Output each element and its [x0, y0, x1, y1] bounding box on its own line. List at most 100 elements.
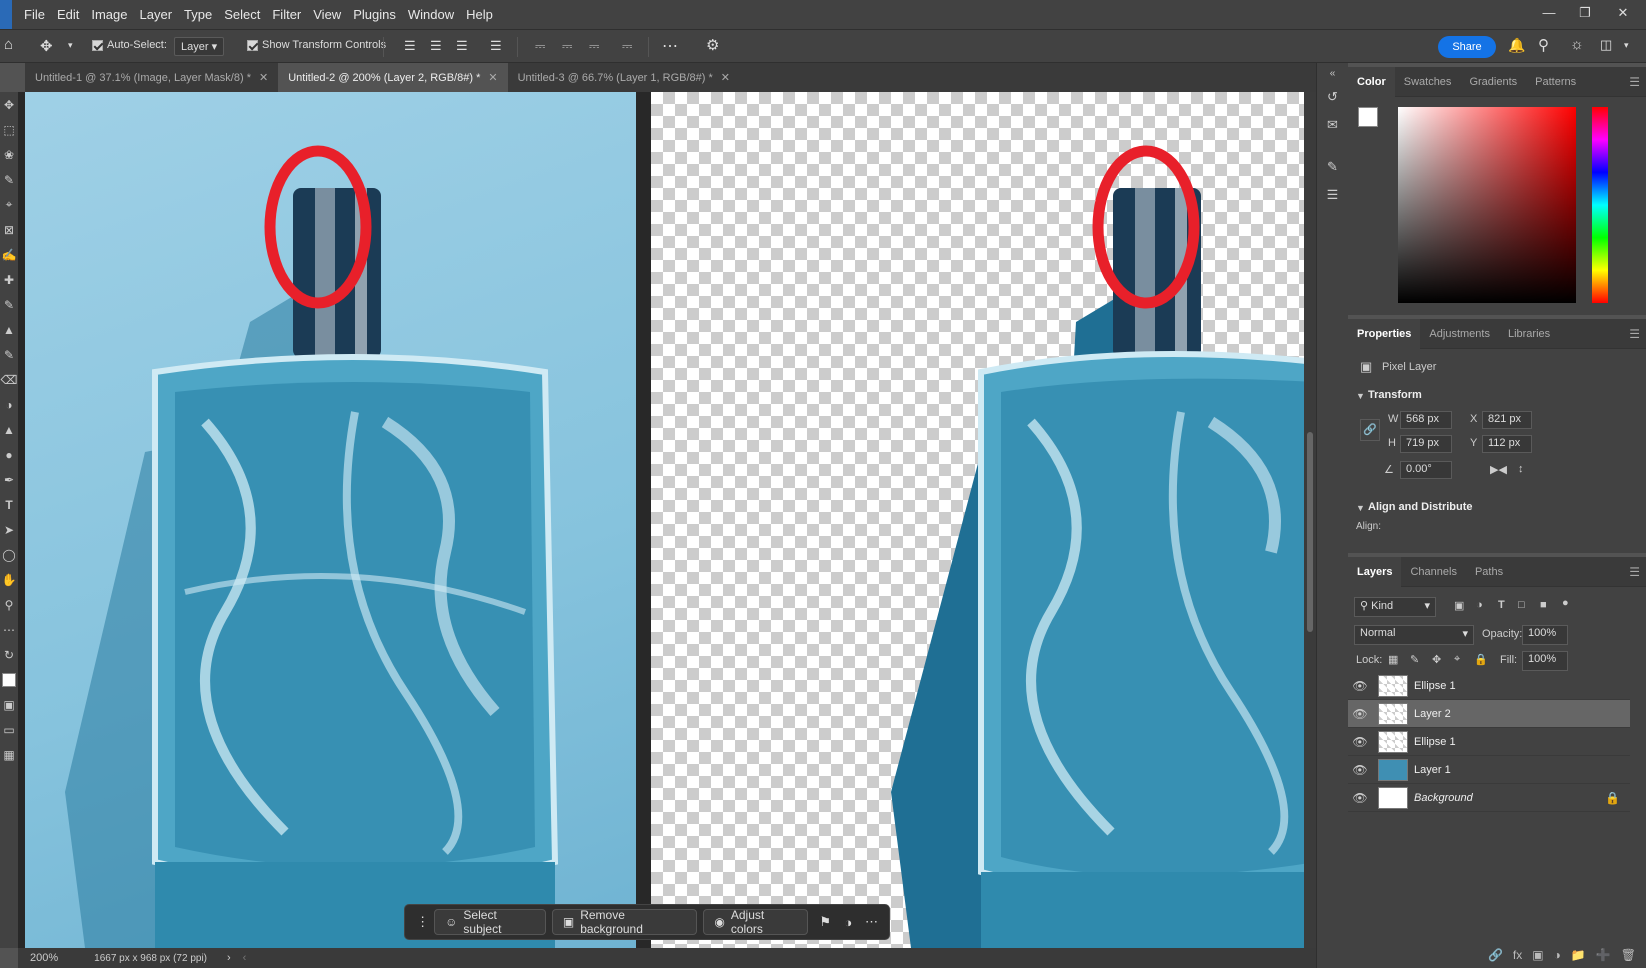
- x-field[interactable]: 821 px: [1482, 411, 1532, 429]
- gear-icon[interactable]: ⚙: [706, 36, 719, 54]
- home-icon[interactable]: ⌂: [4, 36, 13, 53]
- lasso-tool-icon[interactable]: ❀: [0, 142, 18, 167]
- adjust-colors-button[interactable]: ◉ Adjust colors: [703, 908, 808, 936]
- lock-position-icon[interactable]: ✥: [1432, 653, 1441, 666]
- align-center-icon[interactable]: ☰: [430, 38, 442, 54]
- tab-libraries[interactable]: Libraries: [1499, 319, 1559, 349]
- filter-adjustment-icon[interactable]: ◑: [1476, 599, 1483, 611]
- auto-select-checkbox[interactable]: Auto-Select:: [92, 39, 167, 51]
- adjustment-layer-icon[interactable]: ◑: [1554, 948, 1561, 962]
- layer-row[interactable]: 👁 Layer 2: [1348, 700, 1630, 728]
- tab-untitled-2[interactable]: Untitled-2 @ 200% (Layer 2, RGB/8#) * ✕: [278, 63, 508, 92]
- tab-paths[interactable]: Paths: [1466, 557, 1512, 587]
- restore-icon[interactable]: ❐: [1566, 0, 1604, 25]
- collapse-icon[interactable]: «: [1317, 63, 1348, 83]
- menu-help[interactable]: Help: [460, 0, 499, 29]
- color-swatches[interactable]: [0, 667, 18, 692]
- filter-smart-object-icon[interactable]: ■: [1540, 599, 1547, 611]
- tab-untitled-1[interactable]: Untitled-1 @ 37.1% (Image, Layer Mask/8)…: [25, 63, 278, 92]
- mask-icon[interactable]: ◑: [837, 909, 860, 935]
- distribute-icon[interactable]: ☰: [490, 38, 502, 54]
- align-left-icon[interactable]: ☰: [404, 38, 416, 54]
- menu-image[interactable]: Image: [85, 0, 133, 29]
- layer-row[interactable]: 👁 Background 🔒: [1348, 784, 1630, 812]
- blend-mode-dropdown[interactable]: Normal ▾: [1354, 625, 1474, 645]
- chevron-down-icon[interactable]: ▼: [1356, 391, 1365, 401]
- workspace-icon[interactable]: ◫: [1600, 37, 1612, 53]
- add-mask-icon[interactable]: ▣: [1532, 948, 1543, 962]
- swap-colors-icon[interactable]: ↻: [0, 642, 18, 667]
- path-selection-icon[interactable]: ➤: [0, 517, 18, 542]
- canvas-area[interactable]: [18, 92, 1316, 948]
- hand-tool-icon[interactable]: ✋: [0, 567, 18, 592]
- layer-row[interactable]: 👁 Layer 1: [1348, 756, 1630, 784]
- eyedropper-icon[interactable]: ✍: [0, 242, 18, 267]
- frame-tool-icon[interactable]: ⊠: [0, 217, 18, 242]
- tab-color[interactable]: Color: [1348, 66, 1395, 97]
- history-brush-icon[interactable]: ✎: [0, 342, 18, 367]
- type-tool-icon[interactable]: T: [0, 492, 18, 517]
- eye-icon[interactable]: 👁: [1348, 791, 1372, 805]
- menu-type[interactable]: Type: [178, 0, 218, 29]
- zoom-tool-icon[interactable]: ⚲: [0, 592, 18, 617]
- hue-slider[interactable]: [1592, 107, 1608, 303]
- move-tool-icon[interactable]: ✥: [40, 37, 53, 55]
- new-group-icon[interactable]: 📁: [1571, 948, 1586, 962]
- align-bottom-icon[interactable]: ⎓: [589, 38, 599, 54]
- tab-properties[interactable]: Properties: [1348, 318, 1421, 349]
- brush-settings-icon[interactable]: ✎: [1317, 153, 1348, 181]
- history-icon[interactable]: ↺: [1317, 83, 1348, 111]
- dodge-tool-icon[interactable]: ●: [0, 442, 18, 467]
- chevron-down-icon[interactable]: ▼: [1356, 503, 1365, 513]
- transform-icon[interactable]: ⚑: [814, 909, 837, 935]
- eye-icon[interactable]: 👁: [1348, 735, 1372, 749]
- menu-file[interactable]: File: [18, 0, 51, 29]
- lock-pixels-icon[interactable]: ✎: [1410, 653, 1419, 666]
- tab-adjustments[interactable]: Adjustments: [1420, 319, 1499, 349]
- menu-view[interactable]: View: [307, 0, 347, 29]
- eye-icon[interactable]: 👁: [1348, 707, 1372, 721]
- link-layers-icon[interactable]: 🔗: [1488, 948, 1503, 962]
- align-right-icon[interactable]: ☰: [456, 38, 468, 54]
- menu-select[interactable]: Select: [218, 0, 266, 29]
- clone-stamp-icon[interactable]: ▲: [0, 317, 18, 342]
- move-tool-icon[interactable]: ✥: [0, 92, 18, 117]
- paint-bucket-icon[interactable]: ◑: [0, 392, 18, 417]
- tab-untitled-3[interactable]: Untitled-3 @ 66.7% (Layer 1, RGB/8#) * ✕: [508, 63, 740, 92]
- brush-tool-icon[interactable]: ✎: [0, 292, 18, 317]
- color-field[interactable]: [1398, 107, 1576, 303]
- fx-icon[interactable]: fx: [1513, 948, 1522, 962]
- filter-pixel-icon[interactable]: ▣: [1454, 599, 1464, 612]
- shape-tool-icon[interactable]: ◯: [0, 542, 18, 567]
- flip-vertical-icon[interactable]: ↕: [1518, 463, 1524, 475]
- more-tools-icon[interactable]: ⋯: [0, 617, 18, 642]
- align-top-icon[interactable]: ⎓: [535, 38, 545, 54]
- chevron-right-icon[interactable]: ›: [227, 952, 231, 964]
- close-icon[interactable]: ✕: [488, 71, 497, 84]
- sliders-icon[interactable]: ☰: [1317, 181, 1348, 209]
- more-icon[interactable]: ⋯: [860, 909, 883, 935]
- tab-channels[interactable]: Channels: [1401, 557, 1465, 587]
- lock-artboard-icon[interactable]: ⌖: [1454, 653, 1460, 666]
- screen-mode-icon[interactable]: ▭: [0, 717, 18, 742]
- close-icon[interactable]: ✕: [721, 71, 730, 84]
- lock-icon[interactable]: 🔒: [1605, 791, 1620, 805]
- filter-shape-icon[interactable]: □: [1518, 599, 1525, 611]
- document-info[interactable]: 1667 px x 968 px (72 ppi): [94, 953, 207, 964]
- checkbox-icon[interactable]: [247, 39, 258, 51]
- layer-row[interactable]: 👁 Ellipse 1: [1348, 728, 1630, 756]
- filter-type-icon[interactable]: T: [1498, 599, 1505, 611]
- tab-swatches[interactable]: Swatches: [1395, 67, 1461, 97]
- share-button[interactable]: Share: [1438, 36, 1496, 58]
- auto-select-dropdown[interactable]: Layer ▾: [174, 37, 225, 56]
- tab-layers[interactable]: Layers: [1348, 556, 1402, 587]
- more-options-icon[interactable]: ⋯: [662, 36, 678, 56]
- menu-edit[interactable]: Edit: [51, 0, 85, 29]
- eraser-icon[interactable]: ⌫: [0, 367, 18, 392]
- height-field[interactable]: 719 px: [1400, 435, 1452, 453]
- width-field[interactable]: 568 px: [1400, 411, 1452, 429]
- pen-tool-icon[interactable]: ✒: [0, 467, 18, 492]
- marquee-tool-icon[interactable]: ⬚: [0, 117, 18, 142]
- filter-kind-dropdown[interactable]: ⚲ Kind ▾: [1354, 597, 1436, 617]
- blur-tool-icon[interactable]: ▲: [0, 417, 18, 442]
